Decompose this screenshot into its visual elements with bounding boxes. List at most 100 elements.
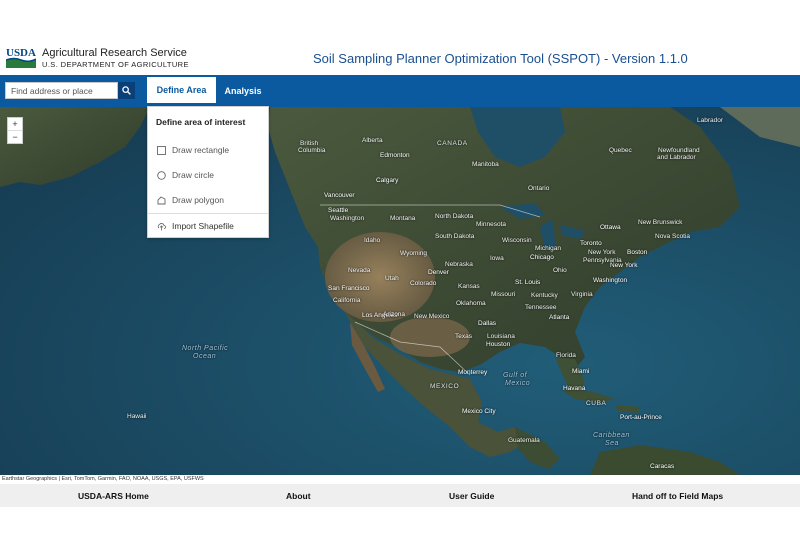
usda-logo[interactable]: USDA (5, 46, 37, 68)
app-title: Soil Sampling Planner Optimization Tool … (313, 51, 688, 66)
map-label-dallas: Dallas (478, 320, 497, 327)
dropdown-title: Define area of interest (156, 117, 246, 127)
dropdown-divider (148, 213, 268, 214)
map-label-canada: CANADA (437, 140, 468, 147)
map-label-nebraska: Nebraska (445, 261, 473, 268)
map-label-caracas: Caracas (650, 463, 675, 470)
square-icon (156, 145, 166, 155)
map-label-alberta: Alberta (362, 137, 383, 144)
map-label-virginia: Virginia (571, 291, 593, 298)
org-department: U.S. DEPARTMENT OF AGRICULTURE (42, 60, 189, 69)
search-icon (122, 86, 131, 95)
map-label-louisiana: Louisiana (487, 333, 515, 340)
zoom-out-button[interactable]: − (8, 130, 22, 143)
footer-link-user-guide[interactable]: User Guide (449, 484, 494, 507)
zoom-in-button[interactable]: + (8, 118, 22, 130)
map-label-south-dakota: South Dakota (435, 233, 475, 240)
footer: USDA-ARS Home About User Guide Hand off … (0, 484, 800, 507)
map-label-guatemala: Guatemala (508, 437, 540, 444)
map-label-miami: Miami (572, 368, 590, 375)
draw-circle-label: Draw circle (172, 170, 215, 180)
map-label-labrador: Labrador (697, 117, 724, 124)
tab-analysis[interactable]: Analysis (218, 77, 268, 105)
usda-logo-text: USDA (6, 47, 36, 59)
map-label-new-york: New York (610, 262, 638, 269)
map-label-boston: Boston (627, 249, 648, 256)
draw-polygon-option[interactable]: Draw polygon (156, 192, 266, 208)
map-label-monterrey: Monterrey (458, 369, 488, 376)
polygon-icon (156, 195, 166, 205)
map-label-washington-state: Washington (330, 215, 365, 222)
map-label-gulf-of: Gulf of (503, 372, 528, 379)
map-label-columbia: Columbia (298, 147, 326, 154)
map-label-colorado: Colorado (410, 280, 437, 287)
circle-icon (156, 170, 166, 180)
map-label-mexico: MEXICO (430, 383, 460, 390)
map-label-denver: Denver (428, 269, 449, 276)
map-label-missouri: Missouri (491, 291, 516, 298)
map-label-oklahoma: Oklahoma (456, 300, 486, 307)
map-label-utah: Utah (385, 275, 399, 282)
map-label-quebec: Quebec (609, 147, 632, 154)
map-label-minnesota: Minnesota (476, 221, 506, 228)
map-label-wyoming: Wyoming (400, 250, 428, 257)
upload-icon (156, 221, 166, 231)
map-label-edmonton: Edmonton (380, 152, 410, 159)
map-label-houston: Houston (486, 341, 511, 348)
draw-rectangle-option[interactable]: Draw rectangle (156, 142, 266, 158)
draw-rectangle-label: Draw rectangle (172, 145, 230, 155)
draw-circle-option[interactable]: Draw circle (156, 167, 266, 183)
import-shapefile-option[interactable]: Import Shapefile (156, 218, 266, 234)
map-label-ottawa: Ottawa (600, 224, 621, 231)
map-label-kentucky: Kentucky (531, 292, 558, 299)
footer-link-about[interactable]: About (286, 484, 311, 507)
map-label-washington-dc: Washington (593, 277, 628, 284)
map-label-new-mexico: New Mexico (414, 313, 450, 320)
map-label-texas: Texas (455, 333, 472, 340)
navbar: Define Area Analysis (0, 75, 800, 107)
map-label-port-au-prince: Port-au-Prince (620, 414, 662, 421)
footer-link-usda-ars-home[interactable]: USDA-ARS Home (78, 484, 149, 507)
map-label-st-louis: St. Louis (515, 279, 541, 286)
basemap (0, 107, 800, 475)
map-label-new-york-state: New York (588, 249, 616, 256)
import-shapefile-label: Import Shapefile (172, 221, 234, 231)
map-label-michigan: Michigan (535, 245, 562, 252)
map-label-and-labrador: and Labrador (657, 154, 696, 161)
app-header: USDA Agricultural Research Service U.S. … (0, 44, 800, 74)
map-label-caribbean: Caribbean (593, 432, 630, 439)
map-label-ocean: Ocean (193, 353, 217, 360)
map-label-idaho: Idaho (364, 237, 381, 244)
map-label-nova-scotia: Nova Scotia (655, 233, 691, 240)
search-input[interactable] (5, 82, 118, 99)
map-attribution: Earthstar Geographics | Esri, TomTom, Ga… (0, 475, 800, 484)
define-area-dropdown: Define area of interest Draw rectangle D… (147, 106, 269, 238)
map-label-california: California (333, 297, 361, 304)
map-label-new-brunswick: New Brunswick (638, 219, 683, 226)
map-label-toronto: Toronto (580, 240, 602, 247)
map-view[interactable]: CANADA North Pacific Ocean MEXICO Gulf o… (0, 107, 800, 475)
map-label-hawaii: Hawaii (127, 413, 147, 420)
map-label-chicago: Chicago (530, 254, 554, 261)
map-label-north-dakota: North Dakota (435, 213, 474, 220)
map-label-ohio: Ohio (553, 267, 567, 274)
map-label-florida: Florida (556, 352, 576, 359)
map-label-arizona: Arizona (383, 311, 406, 318)
map-label-ontario: Ontario (528, 185, 550, 192)
map-label-kansas: Kansas (458, 283, 480, 290)
search-button[interactable] (118, 82, 135, 99)
map-label-wisconsin: Wisconsin (502, 237, 532, 244)
map-label-tennessee: Tennessee (525, 304, 557, 311)
org-name: Agricultural Research Service (42, 47, 187, 59)
footer-link-field-maps[interactable]: Hand off to Field Maps (632, 484, 723, 507)
map-label-iowa: Iowa (490, 255, 504, 262)
map-label-san-francisco: San Francisco (328, 285, 370, 292)
map-label-atlanta: Atlanta (549, 314, 570, 321)
map-label-seattle: Seattle (328, 207, 349, 214)
map-label-manitoba: Manitoba (472, 161, 499, 168)
map-label-gulf-mexico: Mexico (505, 380, 531, 387)
map-label-vancouver: Vancouver (324, 192, 355, 199)
map-label-nevada: Nevada (348, 267, 371, 274)
map-label-havana: Havana (563, 385, 586, 392)
tab-define-area[interactable]: Define Area (147, 77, 216, 105)
